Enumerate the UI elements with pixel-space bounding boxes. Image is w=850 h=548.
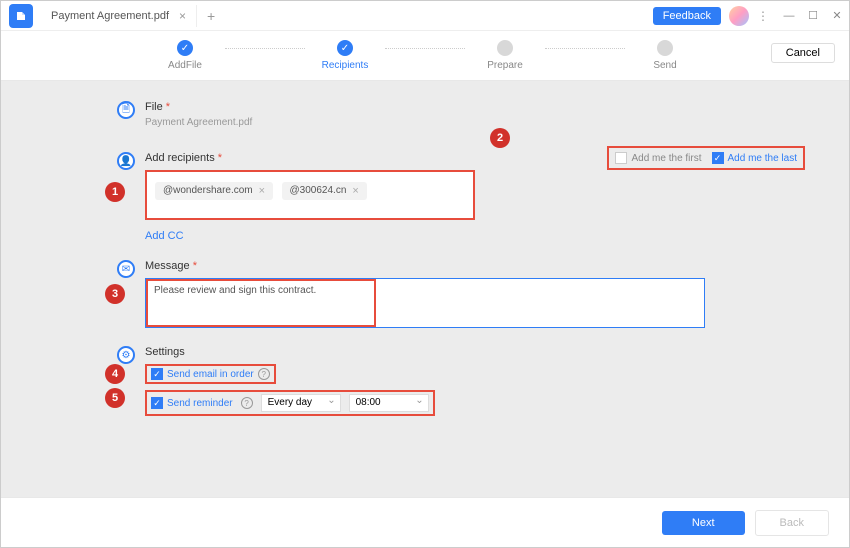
checkbox-icon: ✓ bbox=[151, 368, 163, 380]
tab-title: Payment Agreement.pdf bbox=[51, 10, 169, 22]
check-icon: ✓ bbox=[337, 40, 353, 56]
check-icon: ✓ bbox=[177, 40, 193, 56]
step-send[interactable]: Send bbox=[625, 40, 705, 71]
send-order-row: ✓ Send email in order ? bbox=[145, 364, 276, 384]
settings-label: Settings bbox=[145, 346, 705, 358]
stepper-bar: ✓ AddFile ✓ Recipients Prepare Send Canc… bbox=[1, 31, 849, 81]
document-tab[interactable]: Payment Agreement.pdf × bbox=[41, 5, 197, 27]
maximize-button[interactable]: ☐ bbox=[801, 4, 825, 28]
annotation-badge-1: 1 bbox=[105, 182, 125, 202]
pending-icon bbox=[657, 40, 673, 56]
step-label: Send bbox=[653, 60, 676, 71]
add-tab-button[interactable]: + bbox=[207, 8, 215, 24]
file-name: Payment Agreement.pdf bbox=[145, 117, 705, 128]
title-bar: Payment Agreement.pdf × + Feedback ⋮ — ☐… bbox=[1, 1, 849, 31]
message-textarea[interactable]: Please review and sign this contract. bbox=[145, 278, 705, 328]
app-icon bbox=[9, 4, 33, 28]
step-line bbox=[225, 48, 305, 49]
content-area: 🗎 File * Payment Agreement.pdf 👤 Add rec… bbox=[1, 81, 849, 497]
help-icon[interactable]: ? bbox=[241, 397, 253, 409]
send-reminder-row: ✓ Send reminder ? Every day 08:00 bbox=[145, 390, 435, 416]
footer-bar: Next Back bbox=[1, 497, 849, 547]
step-line bbox=[545, 48, 625, 49]
next-button[interactable]: Next bbox=[662, 511, 745, 535]
help-icon[interactable]: ? bbox=[258, 368, 270, 380]
reminder-time-select[interactable]: 08:00 bbox=[349, 394, 429, 412]
recipients-section: 👤 Add recipients * 1 @wondershare.com × … bbox=[145, 152, 705, 242]
annotation-badge-4: 4 bbox=[105, 364, 125, 384]
file-section: 🗎 File * Payment Agreement.pdf bbox=[145, 101, 705, 128]
step-label: AddFile bbox=[168, 60, 202, 71]
send-reminder-checkbox[interactable]: ✓ Send reminder bbox=[151, 397, 233, 409]
send-order-checkbox[interactable]: ✓ Send email in order bbox=[151, 368, 254, 380]
gear-icon: ⚙ bbox=[117, 346, 135, 364]
step-addfile[interactable]: ✓ AddFile bbox=[145, 40, 225, 71]
remove-chip-icon[interactable]: × bbox=[259, 185, 265, 197]
step-label: Prepare bbox=[487, 60, 523, 71]
checkbox-icon bbox=[615, 152, 627, 164]
annotation-badge-5: 5 bbox=[105, 388, 125, 408]
minimize-button[interactable]: — bbox=[777, 4, 801, 28]
user-avatar[interactable] bbox=[729, 6, 749, 26]
mail-icon: ✉ bbox=[117, 260, 135, 278]
tab-close-icon[interactable]: × bbox=[179, 9, 186, 23]
recipient-chip: @300624.cn × bbox=[282, 182, 367, 200]
back-button[interactable]: Back bbox=[755, 510, 829, 536]
add-cc-link[interactable]: Add CC bbox=[145, 230, 705, 242]
file-label: File * bbox=[145, 101, 705, 113]
more-menu-icon[interactable]: ⋮ bbox=[757, 9, 769, 23]
remove-chip-icon[interactable]: × bbox=[352, 185, 358, 197]
recipients-input[interactable]: @wondershare.com × @300624.cn × bbox=[145, 170, 475, 220]
message-label: Message * bbox=[145, 260, 705, 272]
person-icon: 👤 bbox=[117, 152, 135, 170]
reminder-frequency-select[interactable]: Every day bbox=[261, 394, 341, 412]
close-window-button[interactable]: ✕ bbox=[825, 4, 849, 28]
step-recipients[interactable]: ✓ Recipients bbox=[305, 40, 385, 71]
settings-section: ⚙ Settings 4 ✓ Send email in order ? 5 ✓… bbox=[145, 346, 705, 416]
checkbox-icon: ✓ bbox=[712, 152, 724, 164]
add-me-last-checkbox[interactable]: ✓ Add me the last bbox=[712, 152, 797, 164]
cancel-button[interactable]: Cancel bbox=[771, 43, 835, 63]
message-text: Please review and sign this contract. bbox=[154, 285, 316, 296]
pending-icon bbox=[497, 40, 513, 56]
annotation-badge-2: 2 bbox=[490, 128, 510, 148]
step-label: Recipients bbox=[322, 60, 369, 71]
file-icon: 🗎 bbox=[117, 101, 135, 119]
recipient-chip: @wondershare.com × bbox=[155, 182, 273, 200]
add-me-options: Add me the first ✓ Add me the last bbox=[607, 146, 805, 170]
message-highlight: Please review and sign this contract. bbox=[146, 279, 376, 327]
step-prepare[interactable]: Prepare bbox=[465, 40, 545, 71]
message-section: ✉ Message * 3 Please review and sign thi… bbox=[145, 260, 705, 328]
checkbox-icon: ✓ bbox=[151, 397, 163, 409]
annotation-badge-3: 3 bbox=[105, 284, 125, 304]
feedback-button[interactable]: Feedback bbox=[653, 7, 721, 25]
step-line bbox=[385, 48, 465, 49]
add-me-first-checkbox[interactable]: Add me the first bbox=[615, 152, 701, 164]
